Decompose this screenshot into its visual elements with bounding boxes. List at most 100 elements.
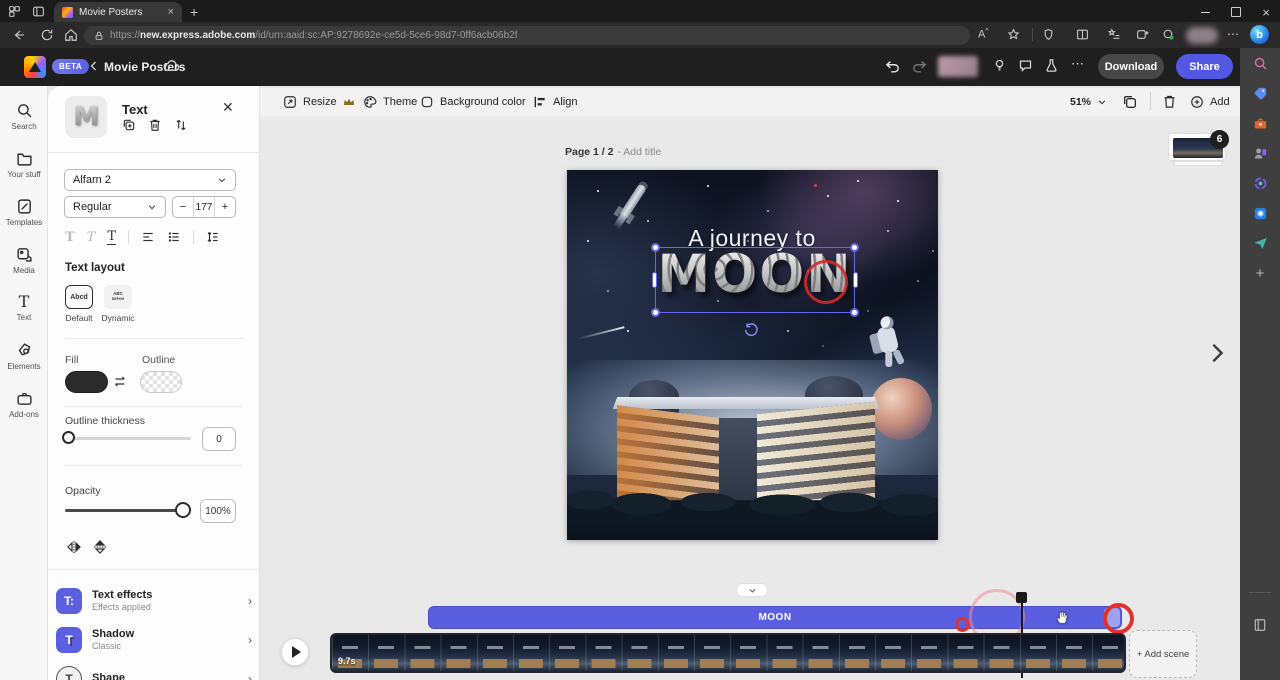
font-size-increase[interactable]: + (215, 197, 235, 217)
zoom-control[interactable]: 51% (1070, 96, 1107, 108)
resize-button[interactable]: Resize (283, 95, 355, 109)
align-text-icon[interactable] (141, 230, 155, 244)
layout-dynamic-button[interactable]: ABCDEFGH (104, 285, 132, 309)
playhead-handle[interactable] (1016, 592, 1027, 603)
font-size-decrease[interactable]: − (173, 197, 193, 217)
animate-reorder-icon[interactable] (174, 118, 188, 132)
bold-icon[interactable]: T (65, 230, 75, 245)
comment-icon[interactable] (1018, 58, 1033, 73)
opacity-knob[interactable] (175, 502, 191, 518)
adobe-express-logo[interactable] (24, 56, 46, 78)
underline-icon[interactable]: T (107, 229, 116, 245)
refresh-icon[interactable] (40, 28, 54, 42)
delete-icon[interactable] (148, 118, 162, 132)
sidebar-image-creator-icon[interactable] (1251, 204, 1269, 222)
theme-button[interactable]: Theme (363, 95, 417, 109)
duplicate-icon[interactable] (122, 118, 136, 132)
sidebar-shopping-icon[interactable] (1251, 84, 1269, 102)
sidebar-add-icon[interactable]: + (1251, 264, 1269, 282)
sidebar-designer-icon[interactable] (1251, 174, 1269, 192)
address-bar[interactable]: https://new.express.adobe.com/id/urn:aai… (84, 26, 970, 45)
text-size-icon[interactable]: A^ (978, 28, 989, 41)
tab-actions-icon[interactable] (32, 5, 45, 18)
text-effects-row[interactable]: T: Text effectsEffects applied › (56, 582, 252, 620)
panel-close-icon[interactable]: ✕ (222, 99, 234, 116)
window-close-button[interactable]: × (1256, 6, 1276, 18)
selection-handle-nw[interactable] (651, 243, 660, 252)
tab-close-icon[interactable]: × (168, 7, 174, 18)
fill-color-swatch[interactable] (65, 371, 108, 393)
timeline-collapse-button[interactable] (736, 583, 768, 597)
sidebar-item-add-ons[interactable]: Add-ons (0, 382, 48, 426)
sidebar-item-elements[interactable]: Elements (0, 334, 48, 378)
sidebar-item-text[interactable]: T Text (0, 286, 48, 330)
selection-handle-se[interactable] (850, 308, 859, 317)
add-scene-button[interactable]: + Add scene (1129, 630, 1197, 678)
delete-page-icon[interactable] (1162, 94, 1177, 109)
background-color-button[interactable]: Background color (420, 95, 526, 109)
sidebar-tools-icon[interactable] (1251, 114, 1269, 132)
idea-bulb-icon[interactable] (992, 58, 1007, 73)
sidebar-people-icon[interactable] (1251, 144, 1269, 162)
collections-icon[interactable] (1108, 28, 1121, 41)
copilot-icon[interactable]: b (1250, 25, 1269, 44)
line-spacing-icon[interactable] (206, 230, 220, 244)
browser-tab[interactable]: Movie Posters × (54, 2, 182, 22)
shape-row[interactable]: T Shape › (56, 660, 252, 680)
selection-handle-w[interactable] (652, 272, 657, 288)
back-icon[interactable] (12, 28, 26, 42)
extensions-icon[interactable] (1042, 28, 1055, 41)
selection-handle-e[interactable] (853, 272, 858, 288)
browser-menu-icon[interactable]: ⋯ (1227, 27, 1240, 41)
workspaces-icon[interactable] (8, 5, 21, 18)
align-button[interactable]: Align (533, 95, 577, 109)
layout-default-button[interactable]: Abcd (65, 285, 93, 309)
favorites-star-icon[interactable] (1007, 28, 1020, 41)
new-tab-button[interactable]: + (190, 5, 198, 19)
font-size-stepper[interactable]: − 177 + (172, 196, 236, 218)
duplicate-page-icon[interactable] (1122, 94, 1138, 110)
window-maximize-button[interactable] (1226, 6, 1246, 18)
play-button[interactable] (281, 638, 309, 666)
split-screen-icon[interactable] (1076, 28, 1089, 41)
more-options-icon[interactable]: ⋯ (1071, 56, 1085, 72)
list-icon[interactable] (167, 230, 181, 244)
italic-icon[interactable]: T (87, 230, 96, 245)
outline-thickness-slider[interactable] (65, 437, 191, 440)
flip-vertical-icon[interactable] (92, 539, 108, 555)
sidebar-item-search[interactable]: Search (0, 94, 48, 138)
download-button[interactable]: Download (1098, 54, 1164, 79)
rotate-handle-icon[interactable] (743, 322, 759, 338)
add-page-button[interactable]: Add (1190, 95, 1230, 109)
outline-thickness-value[interactable]: 0 (202, 427, 236, 451)
redo-icon[interactable] (911, 58, 928, 75)
font-family-select[interactable]: Alfarn 2 (64, 169, 236, 191)
flip-horizontal-icon[interactable] (66, 539, 82, 555)
sidebar-library-icon[interactable] (1251, 616, 1269, 634)
undo-icon[interactable] (884, 58, 901, 75)
browser-essentials-icon[interactable] (1162, 28, 1175, 41)
shadow-row[interactable]: T ShadowClassic › (56, 621, 252, 659)
share-button[interactable]: Share (1176, 54, 1233, 79)
cloud-sync-icon[interactable] (163, 59, 181, 74)
swap-colors-icon[interactable] (113, 374, 128, 389)
timeline-filmstrip[interactable]: 9.7s (330, 633, 1126, 673)
back-chevron-icon[interactable] (88, 60, 100, 72)
outline-thickness-knob[interactable] (62, 431, 75, 444)
selection-handle-sw[interactable] (651, 308, 660, 317)
font-weight-select[interactable]: Regular (64, 196, 166, 218)
window-minimize-button[interactable] (1195, 6, 1215, 18)
home-icon[interactable] (64, 28, 78, 42)
beaker-icon[interactable] (1044, 58, 1059, 73)
sidebar-item-templates[interactable]: Templates (0, 190, 48, 234)
opacity-value[interactable]: 100% (200, 499, 236, 523)
opacity-slider[interactable] (65, 509, 183, 512)
next-page-chevron[interactable] (1206, 340, 1228, 366)
selection-handle-ne[interactable] (850, 243, 859, 252)
sidebar-drop-icon[interactable] (1251, 234, 1269, 252)
poster-canvas[interactable]: A journey to MOON (567, 170, 938, 540)
outline-color-swatch[interactable] (140, 371, 182, 393)
add-tab-group-icon[interactable] (1136, 28, 1149, 41)
sidebar-search-icon[interactable] (1251, 54, 1269, 72)
browser-profile-avatar[interactable] (1186, 27, 1218, 44)
